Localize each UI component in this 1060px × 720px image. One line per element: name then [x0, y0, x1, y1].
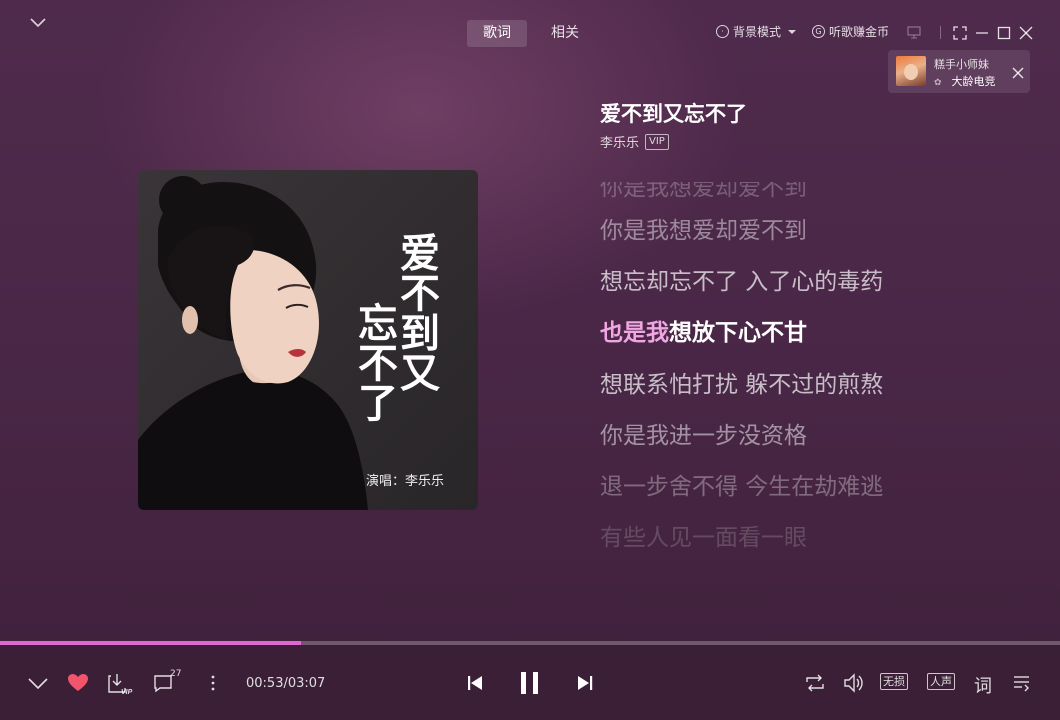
- maximize-icon[interactable]: [997, 25, 1011, 40]
- lyric-line[interactable]: 想联系怕打扰 躲不过的煎熬: [600, 365, 883, 399]
- mini-player-icon[interactable]: [906, 24, 924, 40]
- time-display: 00:53/03:07: [246, 676, 326, 691]
- earn-coins-button[interactable]: G 听歌赚金币: [812, 23, 889, 40]
- volume-icon[interactable]: [842, 672, 864, 694]
- cover-credit: 演唱：李乐乐: [366, 474, 445, 489]
- svg-text:VIP: VIP: [121, 689, 133, 696]
- pause-icon[interactable]: [518, 670, 542, 696]
- lyric-unsung-part: 想放下心不甘: [669, 320, 807, 346]
- background-mode-button[interactable]: · 背景模式: [716, 23, 797, 40]
- coin-icon: G: [812, 25, 826, 38]
- previous-track-icon[interactable]: [466, 674, 484, 692]
- lyric-line[interactable]: 想忘却忘不了 入了心的毒药: [600, 262, 883, 296]
- live-notification-card[interactable]: 糕手小师妹 ✿ 大龄电竞: [888, 50, 1030, 93]
- lyric-line[interactable]: 有些人见一面看一眼: [600, 518, 807, 552]
- vip-badge: VIP: [645, 133, 669, 150]
- lyric-line-previous: 你是我想爱却爱不到: [600, 175, 807, 201]
- window-controls: [906, 24, 1033, 40]
- playlist-icon[interactable]: [1012, 673, 1032, 693]
- lyric-line-active[interactable]: 也是我想放下心不甘: [600, 313, 807, 347]
- minimize-icon[interactable]: [975, 25, 989, 39]
- more-options-icon[interactable]: [206, 674, 220, 692]
- desktop-lyrics-button[interactable]: 词: [974, 672, 992, 698]
- tab-related[interactable]: 相关: [535, 20, 595, 47]
- song-title: 爱不到又忘不了: [600, 102, 747, 126]
- notification-title: 糕手小师妹: [934, 58, 989, 71]
- comment-count: 27: [170, 669, 182, 679]
- lyric-line[interactable]: 退一步舍不得 今生在劫难逃: [600, 467, 883, 501]
- lyric-line[interactable]: 你是我想爱却爱不到: [600, 211, 807, 245]
- collapse-chevron-icon[interactable]: [27, 674, 49, 692]
- collapse-player-chevron-icon[interactable]: [28, 14, 48, 30]
- dropdown-arrow-icon: [788, 29, 797, 34]
- cover-title-line2: 忘不了: [351, 302, 398, 422]
- artist-row: 李乐乐 VIP: [600, 132, 669, 151]
- earn-coins-label: 听歌赚金币: [829, 25, 890, 39]
- repeat-mode-icon[interactable]: [804, 673, 826, 693]
- download-vip-icon[interactable]: VIP: [107, 672, 135, 696]
- view-tabs: 歌词 相关: [467, 20, 595, 47]
- player-window: 歌词 相关 · 背景模式 G 听歌赚金币 糕手小师妹 ✿ 大龄电竞 爱不到又 忘…: [0, 0, 1060, 720]
- streamer-avatar: [896, 56, 926, 86]
- lossless-quality-button[interactable]: 无损: [880, 673, 908, 690]
- notification-close-icon[interactable]: [1012, 64, 1024, 79]
- lyric-sung-part: 也是我: [600, 320, 669, 346]
- like-heart-icon[interactable]: [67, 673, 89, 693]
- tab-lyrics[interactable]: 歌词: [467, 20, 527, 47]
- lyric-line[interactable]: 你是我进一步没资格: [600, 416, 807, 450]
- background-mode-icon: ·: [716, 25, 729, 38]
- artist-name[interactable]: 李乐乐: [600, 132, 639, 151]
- cover-title-line1: 爱不到又: [393, 232, 440, 392]
- vocal-mode-button[interactable]: 人声: [927, 673, 955, 690]
- top-toolbar: · 背景模式 G 听歌赚金币: [716, 23, 889, 40]
- notification-subtitle: ✿ 大龄电竞: [934, 75, 996, 88]
- close-window-icon[interactable]: [1019, 25, 1033, 40]
- background-mode-label: 背景模式: [733, 25, 782, 39]
- next-track-icon[interactable]: [576, 674, 594, 692]
- fullscreen-icon[interactable]: [953, 25, 967, 40]
- divider: [940, 25, 941, 39]
